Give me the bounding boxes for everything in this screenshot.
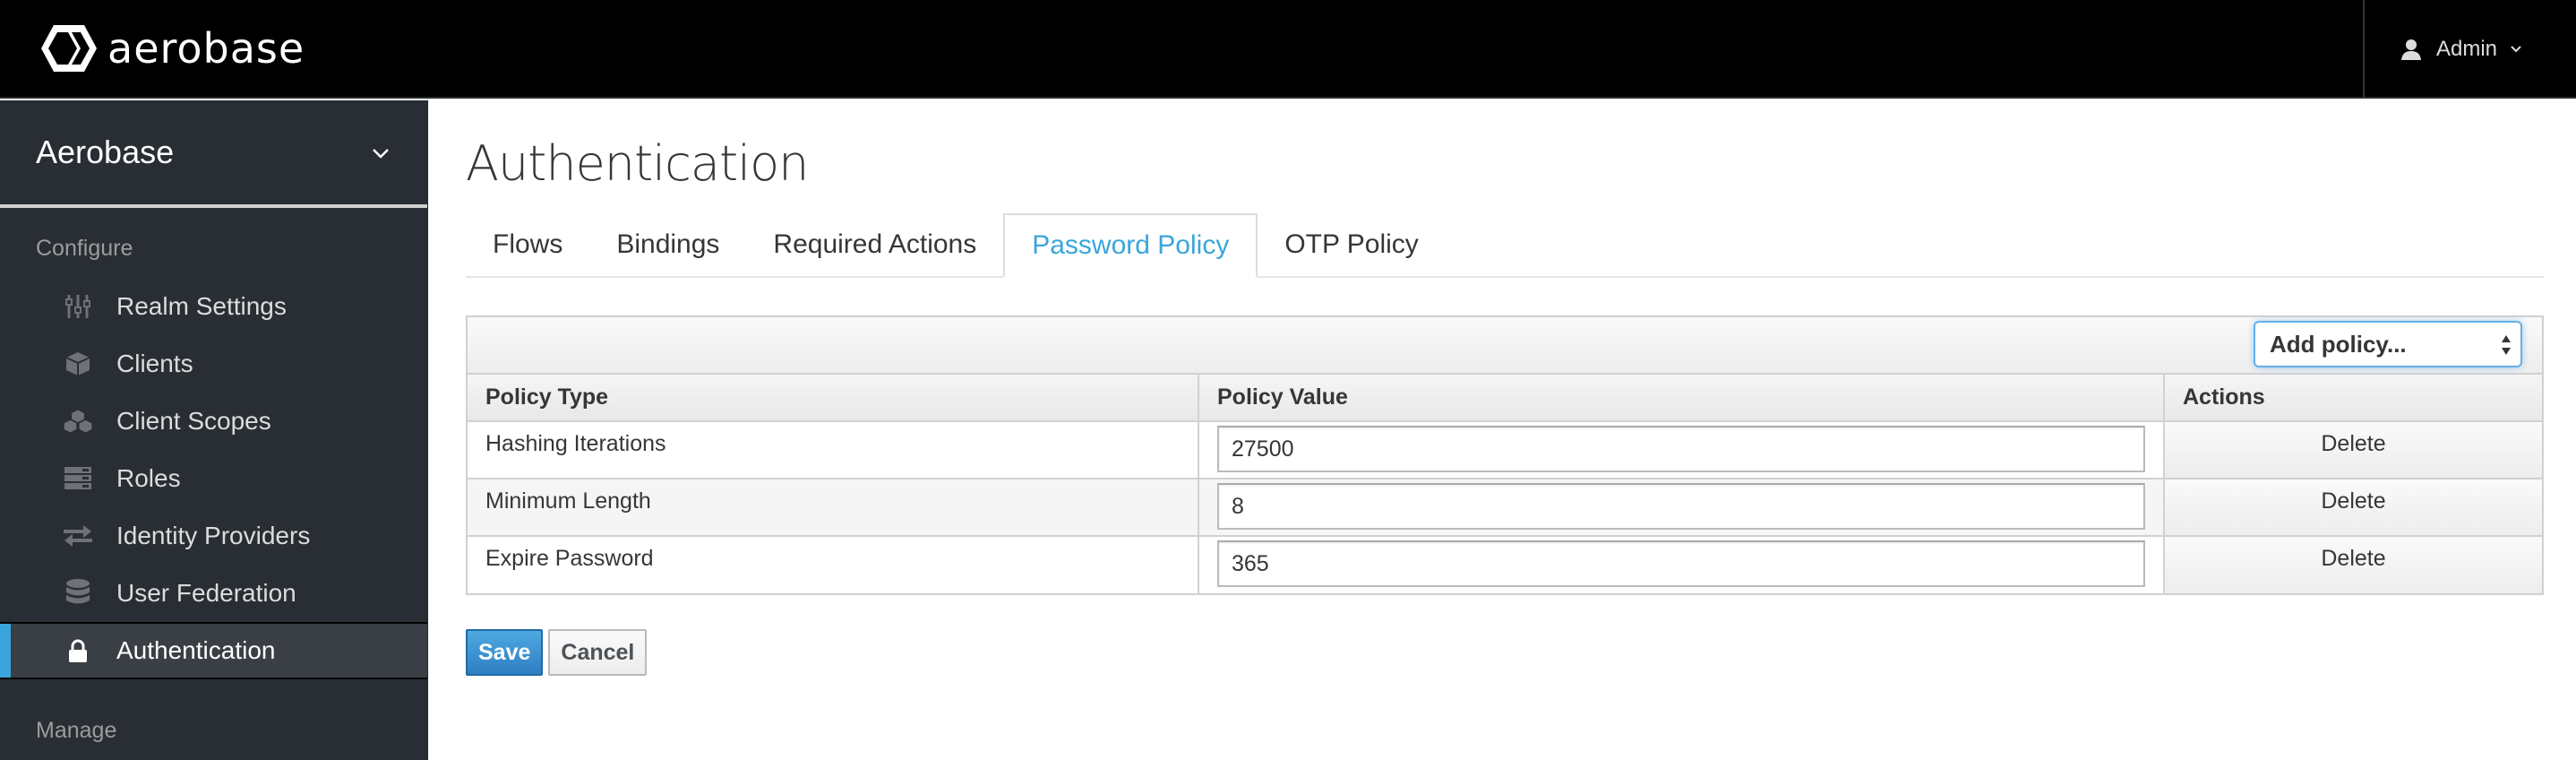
table-row: Expire Password 365 Delete: [468, 536, 2542, 593]
policy-table: Policy Type Policy Value Actions Hashing…: [468, 375, 2542, 593]
policy-value-cell: 365: [1198, 536, 2165, 593]
chevron-down-icon: [2511, 46, 2521, 53]
sidebar-item-clients[interactable]: Clients: [0, 335, 427, 393]
main-content: Authentication Flows Bindings Required A…: [466, 100, 2544, 676]
section-manage: Manage: [36, 718, 117, 743]
sidebar-item-identity-providers[interactable]: Identity Providers: [0, 507, 427, 565]
add-policy-select[interactable]: Add policy...: [2254, 321, 2522, 367]
tab-bar: Flows Bindings Required Actions Password…: [466, 213, 2544, 278]
tab-otp-policy[interactable]: OTP Policy: [1258, 213, 1446, 276]
user-menu[interactable]: Admin: [2363, 0, 2576, 99]
sliders-icon: [63, 293, 93, 320]
sidebar-item-roles[interactable]: Roles: [0, 450, 427, 507]
form-actions: Save Cancel: [466, 629, 2544, 676]
cubes-icon: [63, 408, 93, 435]
policy-value-cell: 27500: [1198, 421, 2165, 479]
table-row: Hashing Iterations 27500 Delete: [468, 421, 2542, 479]
policy-type-cell: Hashing Iterations: [468, 421, 1199, 479]
select-arrows-icon: [2502, 335, 2511, 355]
sidebar-item-label: Identity Providers: [116, 522, 311, 549]
tab-required-actions[interactable]: Required Actions: [746, 213, 1003, 276]
realm-name: Aerobase: [36, 134, 175, 170]
tab-flows[interactable]: Flows: [466, 213, 589, 276]
lock-icon: [63, 637, 93, 664]
policy-type-cell: Expire Password: [468, 536, 1199, 593]
chevron-down-icon: [373, 149, 389, 159]
cancel-button[interactable]: Cancel: [548, 629, 648, 676]
section-configure: Configure: [36, 236, 133, 261]
table-row: Minimum Length 8 Delete: [468, 479, 2542, 537]
sidebar-item-user-federation[interactable]: User Federation: [0, 565, 427, 622]
sidebar-item-label: Client Scopes: [116, 407, 271, 435]
aerobase-logo-icon: [41, 25, 97, 72]
sidebar-item-label: Authentication: [116, 636, 276, 664]
policy-value-input[interactable]: 365: [1217, 540, 2145, 587]
sidebar-item-label: User Federation: [116, 579, 296, 607]
server-icon: [63, 465, 93, 492]
policy-value-cell: 8: [1198, 479, 2165, 537]
policy-value-input[interactable]: 27500: [1217, 426, 2145, 472]
tab-bindings[interactable]: Bindings: [589, 213, 746, 276]
policy-value-input[interactable]: 8: [1217, 483, 2145, 530]
table-header-row: Policy Type Policy Value Actions: [468, 375, 2542, 422]
column-header-actions: Actions: [2164, 375, 2542, 422]
column-header-policy-value: Policy Value: [1198, 375, 2165, 422]
sidebar-item-realm-settings[interactable]: Realm Settings: [0, 278, 427, 335]
save-button[interactable]: Save: [466, 629, 544, 676]
cube-icon: [63, 350, 93, 377]
realm-selector[interactable]: Aerobase: [0, 100, 427, 208]
sidebar-item-label: Realm Settings: [116, 292, 287, 320]
exchange-icon: [63, 522, 93, 549]
delete-button[interactable]: Delete: [2164, 421, 2542, 479]
tab-password-policy[interactable]: Password Policy: [1003, 213, 1258, 278]
add-policy-select-value: Add policy...: [2270, 330, 2407, 358]
policy-type-cell: Minimum Length: [468, 479, 1199, 537]
table-toolbar: Add policy...: [468, 317, 2542, 375]
delete-button[interactable]: Delete: [2164, 536, 2542, 593]
page-title: Authentication: [466, 135, 809, 192]
user-icon: [2401, 39, 2421, 60]
delete-button[interactable]: Delete: [2164, 479, 2542, 537]
sidebar: Aerobase Configure Realm Settings Client…: [0, 100, 428, 760]
top-header: aerobase Admin: [0, 0, 2576, 99]
sidebar-item-client-scopes[interactable]: Client Scopes: [0, 393, 427, 450]
column-header-policy-type: Policy Type: [468, 375, 1199, 422]
user-name: Admin: [2436, 37, 2498, 61]
sidebar-item-label: Clients: [116, 350, 193, 377]
policy-table-container: Add policy... Policy Type Policy Value A…: [466, 315, 2544, 595]
sidebar-item-authentication[interactable]: Authentication: [0, 622, 427, 679]
brand-logo[interactable]: aerobase: [39, 23, 305, 73]
brand-name: aerobase: [107, 24, 305, 73]
sidebar-item-label: Roles: [116, 464, 181, 492]
database-icon: [63, 579, 93, 607]
